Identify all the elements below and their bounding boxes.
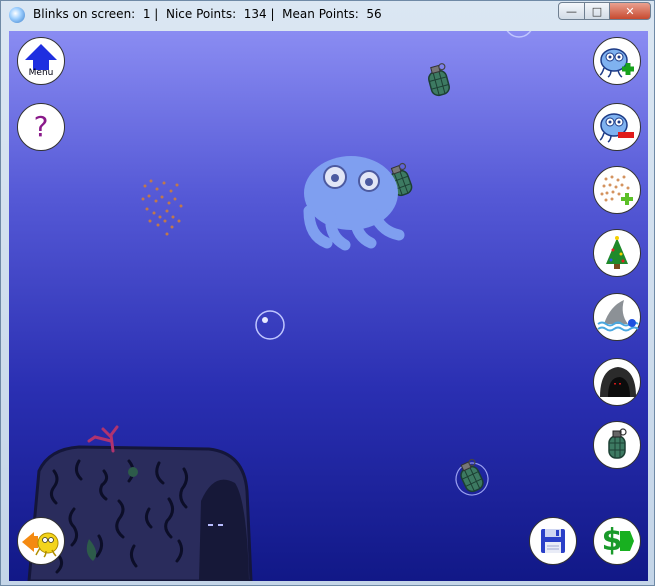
christmas-tree-icon — [606, 236, 628, 269]
menu-button[interactable]: Menu — [17, 37, 65, 85]
cave-icon — [600, 367, 636, 397]
app-icon — [9, 7, 25, 23]
maximize-button[interactable]: □ — [584, 2, 610, 20]
window-title: Blinks on screen: 1 | Nice Points: 134 |… — [33, 7, 382, 21]
add-food-button[interactable] — [593, 166, 641, 214]
food-flakes — [141, 179, 183, 236]
help-button[interactable]: ? — [17, 103, 65, 151]
remove-blink-button[interactable] — [593, 103, 641, 151]
save-button[interactable] — [529, 517, 577, 565]
aquarium-scene[interactable]: Menu ? $ — [9, 31, 648, 581]
grenade-icon — [608, 428, 627, 459]
switch-view-icon — [22, 532, 59, 558]
cave-button[interactable] — [593, 358, 641, 406]
add-blink-icon — [599, 48, 634, 78]
add-blink-button[interactable] — [593, 37, 641, 85]
minimize-button[interactable]: — — [558, 2, 585, 20]
shark-button[interactable] — [593, 293, 641, 341]
game-window: Blinks on screen: 1 | Nice Points: 134 |… — [0, 0, 655, 586]
remove-blink-icon — [599, 113, 634, 143]
scene-background — [27, 31, 532, 581]
bubble — [255, 310, 285, 340]
christmas-tree-button[interactable] — [593, 229, 641, 277]
shop-button[interactable]: $ — [593, 517, 641, 565]
grenade-button[interactable] — [593, 421, 641, 469]
blink-octopus — [303, 156, 405, 251]
floppy-disk-icon — [541, 529, 565, 553]
exit-arrow-icon — [620, 531, 634, 551]
title-bar: Blinks on screen: 1 | Nice Points: 134 |… — [1, 1, 654, 31]
bubble — [506, 31, 532, 38]
close-button[interactable]: ✕ — [609, 2, 651, 20]
help-label: ? — [33, 110, 49, 143]
shark-fin-icon — [597, 300, 639, 332]
menu-label: Menu — [28, 68, 54, 78]
grenade — [455, 458, 489, 496]
grenade — [428, 63, 450, 97]
food-plus-icon — [600, 175, 633, 205]
switch-view-button[interactable] — [17, 517, 65, 565]
